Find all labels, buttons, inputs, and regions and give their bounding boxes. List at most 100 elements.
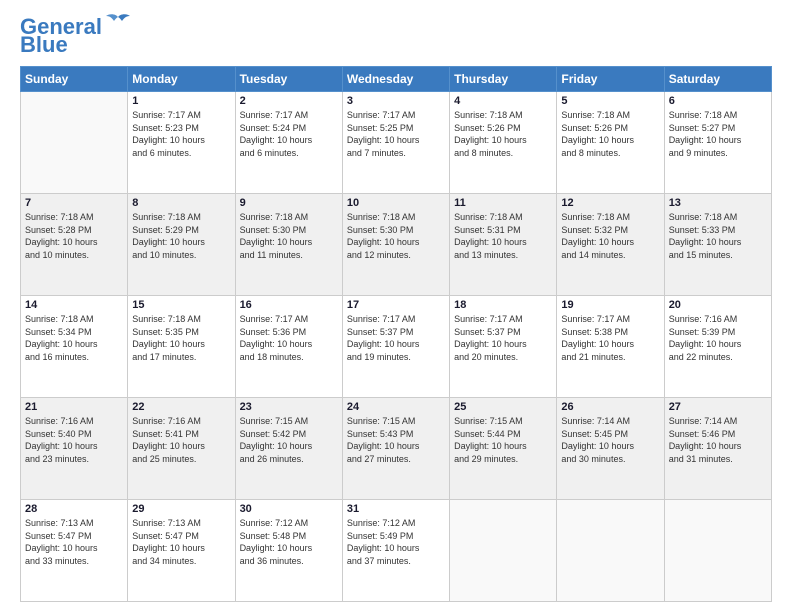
calendar-cell: 22Sunrise: 7:16 AM Sunset: 5:41 PM Dayli… (128, 398, 235, 500)
calendar-cell: 2 Sunrise: 7:17 AM Sunset: 5:24 PM Daylig… (235, 92, 342, 194)
calendar-cell: 12 Sunrise: 7:18 AM Sunset: 5:32 PM Dayli… (557, 194, 664, 296)
day-number: 2 (240, 95, 338, 107)
calendar-cell: 6 Sunrise: 7:18 AM Sunset: 5:27 PM Daylig… (664, 92, 771, 194)
weekday-header: Wednesday (342, 67, 449, 92)
logo-bird-icon (104, 13, 132, 35)
day-info: Sunrise: 7:18 AM Sunset: 5:34 PM Dayligh… (25, 313, 123, 363)
day-number: 11 (454, 197, 552, 209)
calendar-week-row: 28 Sunrise: 7:13 AM Sunset: 5:47 PM Dayli… (21, 500, 772, 602)
day-number: 23 (240, 401, 338, 413)
calendar-cell (557, 500, 664, 602)
weekday-header: Friday (557, 67, 664, 92)
day-info: Sunrise: 7:17 AM Sunset: 5:24 PM Dayligh… (240, 109, 338, 159)
day-number: 12 (561, 197, 659, 209)
calendar-cell: 20 Sunrise: 7:16 AM Sunset: 5:39 PM Dayli… (664, 296, 771, 398)
calendar-cell: 23 Sunrise: 7:15 AM Sunset: 5:42 PM Dayli… (235, 398, 342, 500)
day-info: Sunrise: 7:13 AM Sunset: 5:47 PM Dayligh… (132, 517, 230, 567)
calendar-cell: 24Sunrise: 7:15 AM Sunset: 5:43 PM Dayli… (342, 398, 449, 500)
day-number: 10 (347, 197, 445, 209)
day-number: 7 (25, 197, 123, 209)
day-number: 15 (132, 299, 230, 311)
day-number: 31 (347, 503, 445, 515)
weekday-header: Tuesday (235, 67, 342, 92)
calendar-cell (450, 500, 557, 602)
day-info: Sunrise: 7:18 AM Sunset: 5:29 PM Dayligh… (132, 211, 230, 261)
day-info: Sunrise: 7:18 AM Sunset: 5:30 PM Dayligh… (240, 211, 338, 261)
day-info: Sunrise: 7:12 AM Sunset: 5:49 PM Dayligh… (347, 517, 445, 567)
calendar-cell: 26Sunrise: 7:14 AM Sunset: 5:45 PM Dayli… (557, 398, 664, 500)
day-number: 16 (240, 299, 338, 311)
day-info: Sunrise: 7:18 AM Sunset: 5:30 PM Dayligh… (347, 211, 445, 261)
weekday-header: Sunday (21, 67, 128, 92)
calendar-cell: 4 Sunrise: 7:18 AM Sunset: 5:26 PM Daylig… (450, 92, 557, 194)
day-info: Sunrise: 7:16 AM Sunset: 5:40 PM Dayligh… (25, 415, 123, 465)
day-info: Sunrise: 7:18 AM Sunset: 5:26 PM Dayligh… (561, 109, 659, 159)
day-number: 9 (240, 197, 338, 209)
day-number: 19 (561, 299, 659, 311)
page: General Blue SundayMondayTuesdayWednesda… (0, 0, 792, 612)
calendar-cell: 28Sunrise: 7:13 AM Sunset: 5:47 PM Dayli… (21, 500, 128, 602)
calendar-week-row: 1 Sunrise: 7:17 AM Sunset: 5:23 PM Daylig… (21, 92, 772, 194)
day-info: Sunrise: 7:18 AM Sunset: 5:26 PM Dayligh… (454, 109, 552, 159)
calendar-cell: 25Sunrise: 7:15 AM Sunset: 5:44 PM Dayli… (450, 398, 557, 500)
day-number: 20 (669, 299, 767, 311)
calendar-cell: 11 Sunrise: 7:18 AM Sunset: 5:31 PM Dayli… (450, 194, 557, 296)
calendar-cell: 17Sunrise: 7:17 AM Sunset: 5:37 PM Dayli… (342, 296, 449, 398)
day-info: Sunrise: 7:14 AM Sunset: 5:46 PM Dayligh… (669, 415, 767, 465)
calendar-cell: 10 Sunrise: 7:18 AM Sunset: 5:30 PM Dayli… (342, 194, 449, 296)
day-number: 5 (561, 95, 659, 107)
calendar-cell: 19 Sunrise: 7:17 AM Sunset: 5:38 PM Dayli… (557, 296, 664, 398)
day-info: Sunrise: 7:12 AM Sunset: 5:48 PM Dayligh… (240, 517, 338, 567)
day-info: Sunrise: 7:18 AM Sunset: 5:35 PM Dayligh… (132, 313, 230, 363)
calendar-cell: 15 Sunrise: 7:18 AM Sunset: 5:35 PM Dayli… (128, 296, 235, 398)
day-info: Sunrise: 7:17 AM Sunset: 5:38 PM Dayligh… (561, 313, 659, 363)
calendar-cell (21, 92, 128, 194)
day-number: 29 (132, 503, 230, 515)
calendar-cell: 16 Sunrise: 7:17 AM Sunset: 5:36 PM Dayli… (235, 296, 342, 398)
calendar-cell: 21 Sunrise: 7:16 AM Sunset: 5:40 PM Dayli… (21, 398, 128, 500)
calendar-cell: 8 Sunrise: 7:18 AM Sunset: 5:29 PM Daylig… (128, 194, 235, 296)
day-info: Sunrise: 7:18 AM Sunset: 5:31 PM Dayligh… (454, 211, 552, 261)
calendar-cell: 7 Sunrise: 7:18 AM Sunset: 5:28 PM Daylig… (21, 194, 128, 296)
header: General Blue (20, 16, 772, 56)
calendar-cell: 29 Sunrise: 7:13 AM Sunset: 5:47 PM Dayli… (128, 500, 235, 602)
day-number: 1 (132, 95, 230, 107)
day-number: 8 (132, 197, 230, 209)
weekday-header: Monday (128, 67, 235, 92)
day-number: 27 (669, 401, 767, 413)
day-number: 14 (25, 299, 123, 311)
day-info: Sunrise: 7:15 AM Sunset: 5:42 PM Dayligh… (240, 415, 338, 465)
calendar-week-row: 7 Sunrise: 7:18 AM Sunset: 5:28 PM Daylig… (21, 194, 772, 296)
day-number: 24 (347, 401, 445, 413)
day-number: 26 (561, 401, 659, 413)
calendar-cell: 1 Sunrise: 7:17 AM Sunset: 5:23 PM Daylig… (128, 92, 235, 194)
day-number: 4 (454, 95, 552, 107)
calendar-cell: 14 Sunrise: 7:18 AM Sunset: 5:34 PM Dayli… (21, 296, 128, 398)
calendar-cell: 3 Sunrise: 7:17 AM Sunset: 5:25 PM Daylig… (342, 92, 449, 194)
day-number: 18 (454, 299, 552, 311)
calendar-cell (664, 500, 771, 602)
day-info: Sunrise: 7:17 AM Sunset: 5:36 PM Dayligh… (240, 313, 338, 363)
logo-blue-text: Blue (20, 34, 68, 56)
day-info: Sunrise: 7:17 AM Sunset: 5:37 PM Dayligh… (347, 313, 445, 363)
day-number: 22 (132, 401, 230, 413)
calendar-cell: 30Sunrise: 7:12 AM Sunset: 5:48 PM Dayli… (235, 500, 342, 602)
day-info: Sunrise: 7:16 AM Sunset: 5:39 PM Dayligh… (669, 313, 767, 363)
day-number: 21 (25, 401, 123, 413)
day-info: Sunrise: 7:18 AM Sunset: 5:28 PM Dayligh… (25, 211, 123, 261)
day-info: Sunrise: 7:17 AM Sunset: 5:23 PM Dayligh… (132, 109, 230, 159)
day-number: 25 (454, 401, 552, 413)
calendar-cell: 18Sunrise: 7:17 AM Sunset: 5:37 PM Dayli… (450, 296, 557, 398)
day-number: 6 (669, 95, 767, 107)
calendar-header-row: SundayMondayTuesdayWednesdayThursdayFrid… (21, 67, 772, 92)
day-info: Sunrise: 7:18 AM Sunset: 5:32 PM Dayligh… (561, 211, 659, 261)
calendar-week-row: 14 Sunrise: 7:18 AM Sunset: 5:34 PM Dayli… (21, 296, 772, 398)
day-info: Sunrise: 7:18 AM Sunset: 5:27 PM Dayligh… (669, 109, 767, 159)
calendar-cell: 27 Sunrise: 7:14 AM Sunset: 5:46 PM Dayli… (664, 398, 771, 500)
day-info: Sunrise: 7:17 AM Sunset: 5:25 PM Dayligh… (347, 109, 445, 159)
day-number: 3 (347, 95, 445, 107)
day-number: 28 (25, 503, 123, 515)
calendar-table: SundayMondayTuesdayWednesdayThursdayFrid… (20, 66, 772, 602)
day-number: 13 (669, 197, 767, 209)
weekday-header: Saturday (664, 67, 771, 92)
